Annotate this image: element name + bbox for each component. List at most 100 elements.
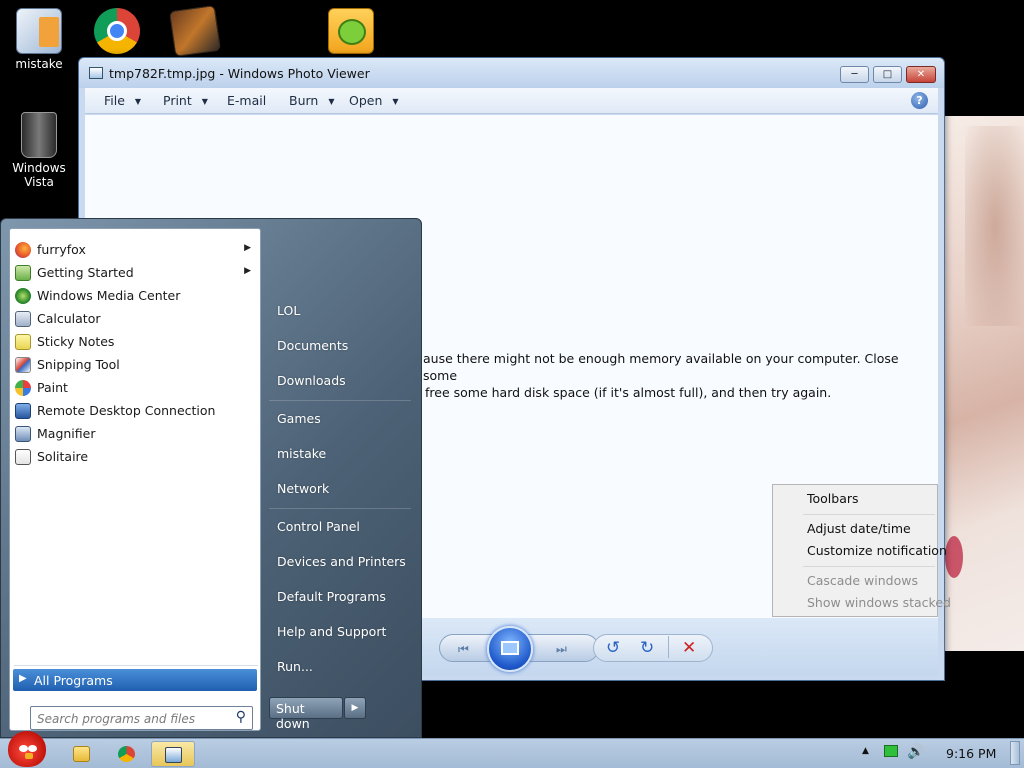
place-downloads[interactable]: Downloads [277,373,346,388]
menu-email[interactable]: E-mail [227,93,266,108]
paint-palette-icon [15,380,31,396]
photo-viewer-icon [165,747,182,763]
context-show-windows-stacked[interactable]: Show windows stacked [807,595,951,610]
taskbar-photo-viewer[interactable] [151,741,195,767]
chevron-right-icon: ▶ [19,673,27,684]
program-label: Getting Started [37,265,134,280]
program-label: Snipping Tool [37,357,120,372]
places-separator [269,508,411,509]
shutdown-button[interactable]: Shut down [269,697,343,731]
place-default-programs[interactable]: Default Programs [277,589,386,604]
delete-icon[interactable]: ✕ [682,638,696,658]
program-item-windows-media-center[interactable]: Windows Media Center [13,285,257,307]
program-label: Magnifier [37,426,96,441]
place-help-and-support[interactable]: Help and Support [277,624,386,639]
place-games[interactable]: Games [277,411,321,426]
all-programs-button[interactable]: ▶ All Programs [13,669,257,691]
help-icon[interactable]: ? [911,92,928,109]
place-network[interactable]: Network [277,481,329,496]
program-label: Solitaire [37,449,89,464]
close-button[interactable]: ✕ [906,66,936,83]
program-item-magnifier[interactable]: Magnifier [13,423,257,445]
bad-piggies-icon [328,8,374,54]
slideshow-button[interactable] [487,626,533,672]
show-hidden-icons-icon[interactable]: ▲ [862,746,869,756]
place-documents[interactable]: Documents [277,338,348,353]
error-message-line-1: ause there might not be enough memory av… [423,351,899,383]
context-separator [803,514,935,515]
menu-open-label: Open [349,93,383,108]
computer-icon [16,8,62,54]
start-button[interactable] [2,731,50,768]
folder-icon [73,746,90,762]
desktop-icon-label: Windows Vista [12,161,66,189]
context-separator [803,566,935,567]
error-message: ause there might not be enough memory av… [423,350,923,401]
firefox-icon [15,242,31,258]
program-label: Sticky Notes [37,334,115,349]
menu-print[interactable]: Print ▼ [163,93,208,108]
next-icon[interactable]: ⏭ [556,642,567,657]
minimize-button[interactable]: ─ [840,66,869,83]
place-devices-and-printers[interactable]: Devices and Printers [277,554,406,569]
chevron-right-icon: ▶ [244,266,251,276]
search-icon[interactable]: ⚲ [236,709,246,725]
previous-icon[interactable]: ⏮ [458,642,469,657]
getting-started-icon [15,265,31,281]
context-toolbars[interactable]: Toolbars [807,491,859,506]
menu-open[interactable]: Open ▼ [349,93,399,108]
program-item-solitaire[interactable]: Solitaire [13,446,257,468]
wallpaper-blot [945,536,963,578]
programs-separator [14,665,258,666]
program-label: Remote Desktop Connection [37,403,216,418]
clock[interactable]: 9:16 PM [946,746,996,761]
menu-burn-label: Burn [289,93,319,108]
start-search-box[interactable]: ⚲ [30,706,253,730]
title-bar[interactable]: tmp782F.tmp.jpg - Windows Photo Viewer ─… [79,58,944,88]
desktop-icon-chrome[interactable] [82,8,152,57]
places-separator [269,400,411,401]
menu-file-label: File [104,93,125,108]
rotate-clockwise-icon[interactable]: ↻ [640,638,654,658]
desktop-icon-windows-vista[interactable]: Windows Vista [4,112,74,189]
desktop-wallpaper [945,116,1024,651]
maximize-button[interactable]: □ [873,66,902,83]
place-run[interactable]: Run... [277,659,313,674]
media-center-icon [15,288,31,304]
pinned-programs-list: furryfox ▶ Getting Started ▶ Windows Med… [9,228,261,731]
program-item-paint[interactable]: Paint [13,377,257,399]
show-desktop-button[interactable] [1010,741,1020,765]
menu-burn[interactable]: Burn ▼ [289,93,335,108]
context-cascade-windows[interactable]: Cascade windows [807,573,918,588]
photo-viewer-icon [89,67,103,79]
battery-icon[interactable] [884,745,898,757]
taskbar-chrome[interactable] [105,741,149,767]
desktop-icon-media-app[interactable] [160,5,230,57]
shutdown-options-button[interactable]: ▶ [344,697,366,719]
search-input[interactable] [37,710,225,727]
taskbar-explorer[interactable] [60,741,104,767]
program-item-snipping-tool[interactable]: Snipping Tool [13,354,257,376]
context-adjust-date-time[interactable]: Adjust date/time [807,521,911,536]
magnifier-icon [15,426,31,442]
context-customize-notification[interactable]: Customize notification [807,543,947,558]
volume-icon[interactable]: 🔊 [907,744,924,760]
program-item-sticky-notes[interactable]: Sticky Notes [13,331,257,353]
rotate-counterclockwise-icon[interactable]: ↺ [606,638,620,658]
desktop-icon-bad-piggies[interactable] [316,8,386,57]
menu-print-label: Print [163,93,192,108]
program-item-getting-started[interactable]: Getting Started ▶ [13,262,257,284]
place-control-panel[interactable]: Control Panel [277,519,360,534]
place-mistake[interactable]: mistake [277,446,326,461]
program-item-calculator[interactable]: Calculator [13,308,257,330]
place-lol[interactable]: LOL [277,303,300,318]
menu-bar: File ▼ Print ▼ E-mail Burn ▼ Open ▼ ? [85,88,938,114]
program-item-remote-desktop[interactable]: Remote Desktop Connection [13,400,257,422]
desktop-icon-mistake[interactable]: mistake [4,8,74,71]
angry-bird-icon [8,731,46,767]
error-message-line-2: free some hard disk space (if it's almos… [425,385,832,400]
menu-file[interactable]: File ▼ [104,93,141,108]
remote-desktop-icon [15,403,31,419]
slideshow-icon [501,641,519,655]
program-item-furryfox[interactable]: furryfox ▶ [13,239,257,261]
